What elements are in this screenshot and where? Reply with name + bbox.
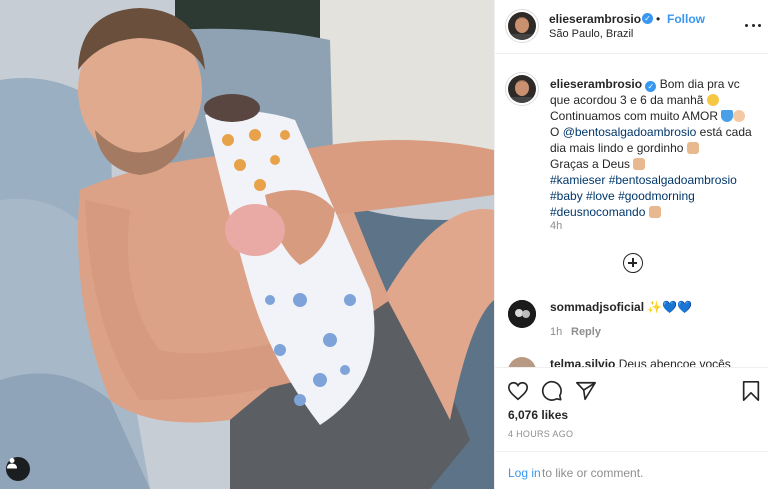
login-prompt: Log in to like or comment. [495, 451, 768, 489]
caption-line: que acordou 3 e 6 da manhã [550, 92, 762, 108]
comments-section: elieserambrosio ✓ Bom dia pra vc que aco… [495, 55, 768, 367]
caption-line: #kamieser #bentosalgadoambrosio [550, 172, 762, 188]
caption-author-avatar[interactable] [508, 75, 536, 103]
caption-line: dia mais lindo e gordinho [550, 140, 762, 156]
caption-text: O [550, 125, 560, 139]
commenter-avatar[interactable] [508, 300, 536, 328]
plus-circle-icon[interactable] [623, 253, 643, 273]
post-side-panel: elieserambrosio ✓ • Follow São Paulo, Br… [494, 0, 768, 489]
verified-badge-icon: ✓ [645, 81, 657, 92]
likes-count[interactable]: 6,076 likes [508, 408, 568, 422]
author-username[interactable]: elieserambrosio [549, 12, 641, 26]
baby-emoji-icon [733, 110, 746, 122]
blue-heart-emoji-icon [721, 110, 734, 122]
more-options-icon[interactable] [745, 17, 761, 33]
post-header: elieserambrosio ✓ • Follow São Paulo, Br… [495, 0, 768, 54]
comment-row: sommadjsoficial ✨💙💙 [550, 300, 692, 314]
caption-text: Continuamos com muito AMOR [550, 109, 719, 123]
comment-row: telma.silvio Deus abençoe vocês [550, 357, 731, 367]
post-time[interactable]: 4 HOURS AGO [508, 429, 573, 439]
post-actions: 6,076 likes 4 HOURS AGO Log in to like o… [495, 367, 768, 489]
caption-line: #deusnocomando [550, 204, 762, 220]
user-icon [7, 458, 17, 469]
caption-line: Graças a Deus [550, 156, 762, 172]
caption-line: #baby #love #goodmorning [550, 188, 762, 204]
post-caption: elieserambrosio ✓ Bom dia pra vc que aco… [550, 76, 762, 220]
praying-hands-emoji-icon [686, 142, 699, 154]
comment-timestamp[interactable]: 1h [550, 326, 562, 338]
location-link[interactable]: São Paulo, Brazil [549, 28, 633, 40]
comment-text: Deus abençoe vocês [618, 357, 731, 367]
caption-line: O @bentosalgadoambrosio está cada [550, 124, 762, 140]
post-photo[interactable] [0, 0, 494, 489]
caption-text: dia mais lindo e gordinho [550, 141, 684, 155]
caption-line: elieserambrosio ✓ Bom dia pra vc [550, 76, 762, 92]
praying-hands-emoji-icon [648, 206, 661, 218]
avatar-image [508, 75, 536, 103]
hashtag-link[interactable]: #kamieser [550, 173, 605, 187]
tagged-user-button[interactable] [6, 457, 30, 481]
avatar-image [508, 300, 536, 328]
heart-icon[interactable] [507, 380, 529, 402]
caption-text: está cada [699, 125, 752, 139]
comment-text: ✨💙💙 [647, 300, 693, 314]
avatar-image [508, 12, 536, 40]
separator-dot: • [656, 12, 661, 26]
author-avatar[interactable] [508, 12, 536, 40]
reply-button[interactable]: Reply [571, 326, 601, 338]
hashtag-link[interactable]: #baby [550, 189, 583, 203]
hashtag-link[interactable]: #goodmorning [618, 189, 695, 203]
praying-hands-emoji-icon [633, 158, 646, 170]
login-prompt-text: to like or comment. [542, 466, 644, 480]
photo-illustration [0, 0, 494, 489]
comment-icon[interactable] [541, 380, 563, 402]
caption-timestamp[interactable]: 4h [550, 220, 562, 232]
comment-username[interactable]: sommadjsoficial [550, 300, 644, 314]
hashtag-link[interactable]: #bentosalgadoambrosio [609, 173, 737, 187]
follow-button[interactable]: Follow [667, 12, 705, 26]
hashtag-link[interactable]: #love [586, 189, 615, 203]
paper-plane-icon[interactable] [575, 380, 597, 402]
caption-text: Bom dia pra vc [659, 77, 740, 91]
commenter-avatar[interactable] [508, 357, 536, 367]
smile-emoji-icon [706, 94, 719, 106]
bookmark-icon[interactable] [740, 380, 762, 402]
caption-text: Graças a Deus [550, 157, 631, 171]
mention-link[interactable]: @bentosalgadoambrosio [563, 125, 697, 139]
caption-line: Continuamos com muito AMOR [550, 108, 762, 124]
caption-text: que acordou 3 e 6 da manhã [550, 93, 704, 107]
hashtag-link[interactable]: #deusnocomando [550, 205, 645, 219]
login-link[interactable]: Log in [508, 466, 541, 480]
comment-username[interactable]: telma.silvio [550, 357, 615, 367]
caption-username[interactable]: elieserambrosio [550, 77, 642, 91]
verified-badge-icon: ✓ [642, 13, 653, 24]
